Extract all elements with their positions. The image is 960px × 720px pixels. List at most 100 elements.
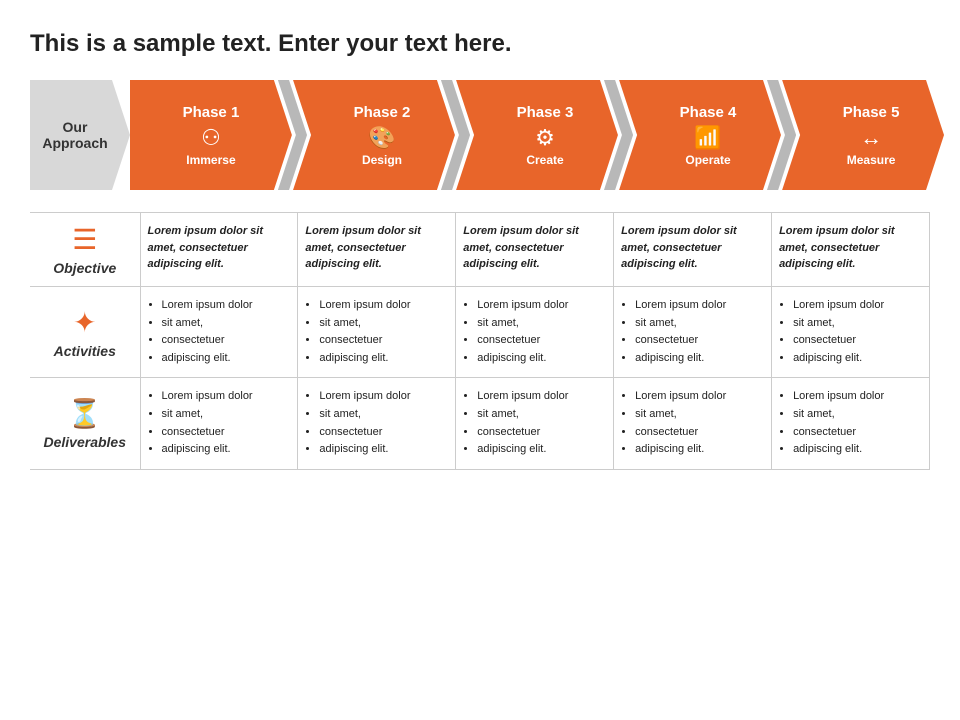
page-wrapper: This is a sample text. Enter your text h… — [0, 0, 960, 720]
objective-text-1: Lorem ipsum dolor sit amet, consectetuer… — [148, 225, 264, 270]
activities-cell-2: Lorem ipsum dolor sit amet, consectetuer… — [298, 287, 456, 378]
phase-4-number: Phase 4 — [680, 104, 737, 121]
hourglass-icon: ⏳ — [37, 397, 133, 430]
list-item: sit amet, — [477, 406, 606, 424]
phase-2-name: Design — [362, 153, 402, 167]
activities-list-4: Lorem ipsum dolor sit amet, consectetuer… — [621, 297, 764, 367]
list-item: adipiscing elit. — [477, 350, 606, 368]
list-item: Lorem ipsum dolor — [477, 388, 606, 406]
objective-cell-2: Lorem ipsum dolor sit amet, consectetuer… — [298, 213, 456, 287]
objective-text-4: Lorem ipsum dolor sit amet, consectetuer… — [621, 225, 737, 270]
list-item: consectetuer — [319, 332, 448, 350]
deliverables-list-2: Lorem ipsum dolor sit amet, consectetuer… — [305, 388, 448, 458]
list-item: sit amet, — [793, 406, 922, 424]
activities-list-1: Lorem ipsum dolor sit amet, consectetuer… — [148, 297, 291, 367]
phase-1-name: Immerse — [186, 153, 235, 167]
phase-5-number: Phase 5 — [843, 104, 900, 121]
phase-4-arrow: Phase 4 📶 Operate — [619, 80, 781, 190]
activities-label: Activities — [54, 343, 116, 359]
phase-3-number: Phase 3 — [517, 104, 574, 121]
phase-3-arrow: Phase 3 ⚙ Create — [456, 80, 618, 190]
deliverables-label: Deliverables — [44, 434, 127, 450]
list-item: Lorem ipsum dolor — [162, 297, 291, 315]
list-item: consectetuer — [793, 424, 922, 442]
objective-text-2: Lorem ipsum dolor sit amet, consectetuer… — [305, 225, 421, 270]
activities-list-2: Lorem ipsum dolor sit amet, consectetuer… — [305, 297, 448, 367]
phase-4-name: Operate — [685, 153, 730, 167]
objective-label-cell: ☰ Objective — [30, 213, 140, 287]
phase-2-icon: 🎨 — [368, 125, 395, 151]
list-item: adipiscing elit. — [793, 441, 922, 459]
deliverables-cell-2: Lorem ipsum dolor sit amet, consectetuer… — [298, 378, 456, 469]
activities-list-3: Lorem ipsum dolor sit amet, consectetuer… — [463, 297, 606, 367]
list-item: adipiscing elit. — [319, 441, 448, 459]
list-item: adipiscing elit. — [477, 441, 606, 459]
deliverables-list-5: Lorem ipsum dolor sit amet, consectetuer… — [779, 388, 922, 458]
list-item: sit amet, — [477, 315, 606, 333]
activities-cell-3: Lorem ipsum dolor sit amet, consectetuer… — [456, 287, 614, 378]
objective-row: ☰ Objective Lorem ipsum dolor sit amet, … — [30, 213, 930, 287]
objective-cell-4: Lorem ipsum dolor sit amet, consectetuer… — [614, 213, 772, 287]
activities-row: ✦ Activities Lorem ipsum dolor sit amet,… — [30, 287, 930, 378]
list-item: sit amet, — [793, 315, 922, 333]
list-item: consectetuer — [793, 332, 922, 350]
phases-row: Phase 1 ⚇ Immerse Phase 2 🎨 Design Phase… — [130, 80, 930, 190]
list-item: sit amet, — [162, 315, 291, 333]
deliverables-cell-3: Lorem ipsum dolor sit amet, consectetuer… — [456, 378, 614, 469]
phase-3-name: Create — [526, 153, 563, 167]
list-item: consectetuer — [635, 332, 764, 350]
phase-1-arrow: Phase 1 ⚇ Immerse — [130, 80, 292, 190]
deliverables-list-1: Lorem ipsum dolor sit amet, consectetuer… — [148, 388, 291, 458]
objective-cell-5: Lorem ipsum dolor sit amet, consectetuer… — [772, 213, 930, 287]
list-item: consectetuer — [635, 424, 764, 442]
list-item: consectetuer — [162, 332, 291, 350]
phase-2-arrow: Phase 2 🎨 Design — [293, 80, 455, 190]
phase-5-arrow: Phase 5 ↔ Measure — [782, 80, 944, 190]
deliverables-label-cell: ⏳ Deliverables — [30, 378, 140, 469]
list-item: sit amet, — [635, 406, 764, 424]
list-item: consectetuer — [477, 332, 606, 350]
objective-cell-3: Lorem ipsum dolor sit amet, consectetuer… — [456, 213, 614, 287]
phase-1-icon: ⚇ — [201, 125, 221, 151]
list-item: adipiscing elit. — [162, 350, 291, 368]
list-item: adipiscing elit. — [635, 350, 764, 368]
list-item: Lorem ipsum dolor — [793, 388, 922, 406]
page-title: This is a sample text. Enter your text h… — [30, 30, 930, 58]
list-item: Lorem ipsum dolor — [162, 388, 291, 406]
approach-label: OurApproach — [30, 80, 130, 190]
phase-5-icon: ↔ — [860, 125, 882, 151]
objective-text-5: Lorem ipsum dolor sit amet, consectetuer… — [779, 225, 895, 270]
list-item: Lorem ipsum dolor — [319, 297, 448, 315]
phase-1-number: Phase 1 — [183, 104, 240, 121]
star-icon: ✦ — [37, 306, 133, 339]
activities-cell-4: Lorem ipsum dolor sit amet, consectetuer… — [614, 287, 772, 378]
list-item: Lorem ipsum dolor — [635, 388, 764, 406]
list-item: adipiscing elit. — [319, 350, 448, 368]
objective-text-3: Lorem ipsum dolor sit amet, consectetuer… — [463, 225, 579, 270]
checklist-icon: ☰ — [37, 223, 133, 256]
deliverables-list-4: Lorem ipsum dolor sit amet, consectetuer… — [621, 388, 764, 458]
phase-5-name: Measure — [847, 153, 896, 167]
list-item: Lorem ipsum dolor — [635, 297, 764, 315]
phase-4-icon: 📶 — [694, 125, 721, 151]
list-item: Lorem ipsum dolor — [319, 388, 448, 406]
list-item: sit amet, — [319, 406, 448, 424]
activities-cell-1: Lorem ipsum dolor sit amet, consectetuer… — [140, 287, 298, 378]
list-item: adipiscing elit. — [162, 441, 291, 459]
list-item: Lorem ipsum dolor — [793, 297, 922, 315]
info-table: ☰ Objective Lorem ipsum dolor sit amet, … — [30, 212, 930, 470]
list-item: consectetuer — [477, 424, 606, 442]
list-item: Lorem ipsum dolor — [477, 297, 606, 315]
activities-label-cell: ✦ Activities — [30, 287, 140, 378]
phase-diagram: OurApproach Phase 1 ⚇ Immerse Phase 2 🎨 … — [30, 80, 930, 190]
list-item: sit amet, — [319, 315, 448, 333]
activities-list-5: Lorem ipsum dolor sit amet, consectetuer… — [779, 297, 922, 367]
list-item: adipiscing elit. — [793, 350, 922, 368]
list-item: sit amet, — [635, 315, 764, 333]
list-item: adipiscing elit. — [635, 441, 764, 459]
deliverables-row: ⏳ Deliverables Lorem ipsum dolor sit ame… — [30, 378, 930, 469]
phase-3-icon: ⚙ — [535, 125, 555, 151]
activities-cell-5: Lorem ipsum dolor sit amet, consectetuer… — [772, 287, 930, 378]
list-item: consectetuer — [319, 424, 448, 442]
list-item: sit amet, — [162, 406, 291, 424]
